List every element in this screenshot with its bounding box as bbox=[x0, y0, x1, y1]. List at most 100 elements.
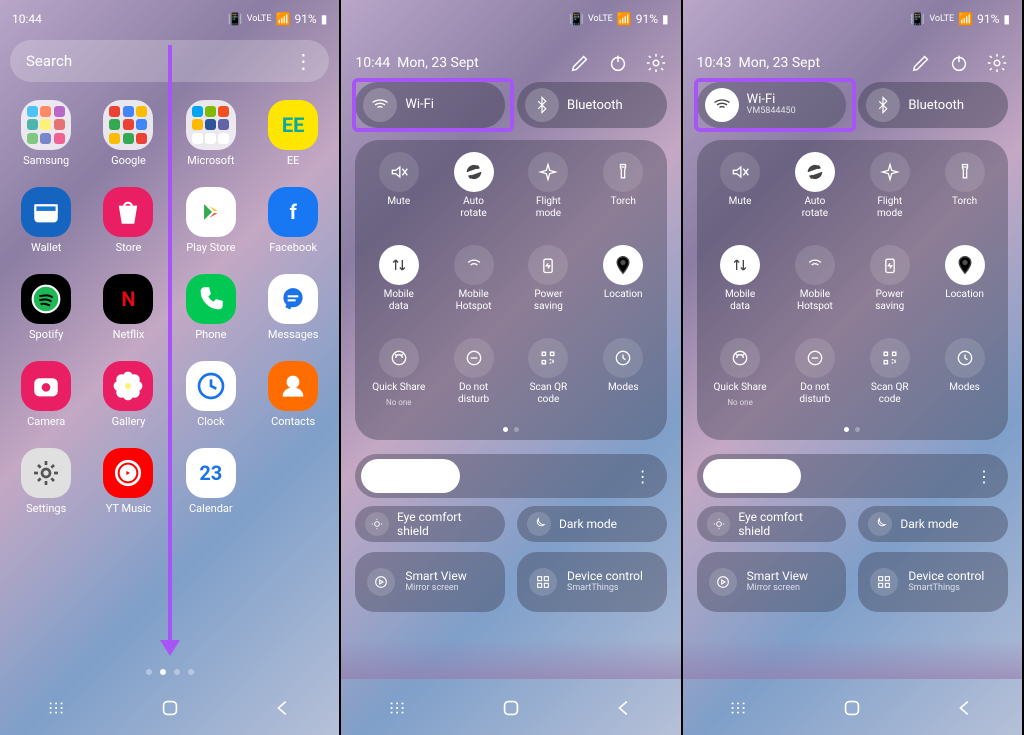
qs-modes[interactable]: Modes bbox=[927, 338, 1002, 431]
app-yt-music[interactable]: YT Music bbox=[92, 448, 164, 515]
qs-dnd[interactable]: Do notdisturb bbox=[777, 338, 852, 431]
settings-icon[interactable] bbox=[986, 52, 1008, 74]
bluetooth-toggle[interactable]: Bluetooth bbox=[517, 82, 667, 128]
eye-comfort-toggle[interactable]: Eye comfort shield bbox=[697, 506, 847, 542]
wifi-title: Wi-Fi bbox=[405, 98, 434, 112]
qr-icon bbox=[870, 338, 910, 378]
vibrate-icon: 📳 bbox=[910, 12, 925, 26]
qs-torch[interactable]: Torch bbox=[927, 152, 1002, 245]
dark-mode-toggle[interactable]: Dark mode bbox=[517, 506, 667, 542]
home-icon[interactable] bbox=[500, 697, 522, 719]
brightness-more-icon[interactable]: ⋮ bbox=[635, 467, 651, 486]
qs-hotspot[interactable]: MobileHotspot bbox=[777, 245, 852, 338]
dark-mode-toggle[interactable]: Dark mode bbox=[858, 506, 1008, 542]
edit-icon[interactable] bbox=[910, 52, 932, 74]
recents-icon[interactable] bbox=[728, 697, 750, 719]
qs-label: Torch bbox=[952, 196, 977, 208]
smart-view-tile[interactable]: Smart ViewMirror screen bbox=[697, 552, 847, 612]
app-netflix[interactable]: NNetflix bbox=[92, 274, 164, 341]
page-indicator[interactable] bbox=[0, 669, 339, 675]
qs-rotate[interactable]: Autorotate bbox=[777, 152, 852, 245]
app-phone[interactable]: Phone bbox=[175, 274, 247, 341]
wifi-toggle[interactable]: Wi-Fi bbox=[355, 82, 505, 128]
qs-plane[interactable]: Flightmode bbox=[511, 152, 586, 245]
app-label: YT Music bbox=[106, 502, 152, 515]
back-icon[interactable] bbox=[954, 697, 976, 719]
status-bar: 10:44 📳 VoLTE 📶 91% ▮ bbox=[0, 10, 339, 28]
home-icon[interactable] bbox=[841, 697, 863, 719]
qs-label: Autorotate bbox=[460, 196, 486, 219]
edit-icon[interactable] bbox=[569, 52, 591, 74]
data-icon bbox=[379, 245, 419, 285]
qs-plane[interactable]: Flightmode bbox=[852, 152, 927, 245]
rotate-icon bbox=[795, 152, 835, 192]
qs-label: Autorotate bbox=[802, 196, 828, 219]
qs-label: Mute bbox=[387, 196, 410, 208]
brightness-slider[interactable]: ⋮ bbox=[697, 454, 1008, 498]
qs-page-dots bbox=[703, 427, 1002, 432]
device-control-icon bbox=[529, 568, 557, 596]
app-camera[interactable]: Camera bbox=[10, 361, 82, 428]
qs-modes[interactable]: Modes bbox=[586, 338, 661, 431]
app-ee[interactable]: EEEE bbox=[257, 100, 329, 167]
qs-dnd[interactable]: Do notdisturb bbox=[436, 338, 511, 431]
back-icon[interactable] bbox=[272, 697, 294, 719]
device-control-tile[interactable]: Device controlSmartThings bbox=[858, 552, 1008, 612]
qs-data[interactable]: Mobiledata bbox=[361, 245, 436, 338]
qs-label: Do notdisturb bbox=[458, 382, 489, 405]
qs-torch[interactable]: Torch bbox=[586, 152, 661, 245]
bluetooth-toggle[interactable]: Bluetooth bbox=[858, 82, 1008, 128]
qs-qr[interactable]: Scan QRcode bbox=[511, 338, 586, 431]
qs-data[interactable]: Mobiledata bbox=[703, 245, 778, 338]
qs-power[interactable]: Powersaving bbox=[852, 245, 927, 338]
qs-qshare[interactable]: Quick ShareNo one bbox=[361, 338, 436, 431]
brightness-slider[interactable]: ⋮ bbox=[355, 454, 666, 498]
wifi-toggle[interactable]: Wi-FiVM5844450 bbox=[697, 82, 847, 128]
app-settings[interactable]: Settings bbox=[10, 448, 82, 515]
volte-icon: VoLTE bbox=[247, 14, 272, 24]
qs-rotate[interactable]: Autorotate bbox=[436, 152, 511, 245]
brightness-more-icon[interactable]: ⋮ bbox=[976, 467, 992, 486]
app-gallery[interactable]: Gallery bbox=[92, 361, 164, 428]
qs-mute[interactable]: Mute bbox=[703, 152, 778, 245]
app-contacts[interactable]: Contacts bbox=[257, 361, 329, 428]
qs-mute[interactable]: Mute bbox=[361, 152, 436, 245]
smart-view-tile[interactable]: Smart ViewMirror screen bbox=[355, 552, 505, 612]
phone-qp-off: 📳 VoLTE 📶 91% ▮ 10:44 Mon, 23 Sept Wi-Fi… bbox=[341, 0, 682, 735]
wifi-title: Wi-Fi bbox=[747, 93, 796, 107]
volte-icon: VoLTE bbox=[929, 14, 954, 24]
qs-label: Mobiledata bbox=[384, 289, 414, 312]
power-icon[interactable] bbox=[948, 52, 970, 74]
qs-qr[interactable]: Scan QRcode bbox=[852, 338, 927, 431]
settings-icon[interactable] bbox=[645, 52, 667, 74]
power-icon[interactable] bbox=[607, 52, 629, 74]
app-wallet[interactable]: Wallet bbox=[10, 187, 82, 254]
qs-location[interactable]: Location bbox=[927, 245, 1002, 338]
home-icon[interactable] bbox=[159, 697, 181, 719]
eye-comfort-toggle[interactable]: Eye comfort shield bbox=[355, 506, 505, 542]
app-samsung[interactable]: Samsung bbox=[10, 100, 82, 167]
recents-icon[interactable] bbox=[46, 697, 68, 719]
eye-label: Eye comfort shield bbox=[397, 510, 495, 538]
app-clock[interactable]: Clock bbox=[175, 361, 247, 428]
qs-power[interactable]: Powersaving bbox=[511, 245, 586, 338]
hotspot-icon bbox=[454, 245, 494, 285]
app-messages[interactable]: Messages bbox=[257, 274, 329, 341]
back-icon[interactable] bbox=[613, 697, 635, 719]
app-calendar[interactable]: 23Calendar bbox=[175, 448, 247, 515]
app-spotify[interactable]: Spotify bbox=[10, 274, 82, 341]
app-microsoft[interactable]: Microsoft bbox=[175, 100, 247, 167]
app-facebook[interactable]: fFacebook bbox=[257, 187, 329, 254]
app-label: EE bbox=[287, 154, 300, 167]
qs-qshare[interactable]: Quick ShareNo one bbox=[703, 338, 778, 431]
recents-icon[interactable] bbox=[387, 697, 409, 719]
qs-hotspot[interactable]: MobileHotspot bbox=[436, 245, 511, 338]
device-control-tile[interactable]: Device controlSmartThings bbox=[517, 552, 667, 612]
wifi-icon bbox=[705, 88, 739, 122]
app-google[interactable]: Google bbox=[92, 100, 164, 167]
app-store[interactable]: Store bbox=[92, 187, 164, 254]
qs-location[interactable]: Location bbox=[586, 245, 661, 338]
qs-label: Powersaving bbox=[534, 289, 563, 312]
vibrate-icon: 📳 bbox=[569, 12, 584, 26]
app-play-store[interactable]: Play Store bbox=[175, 187, 247, 254]
